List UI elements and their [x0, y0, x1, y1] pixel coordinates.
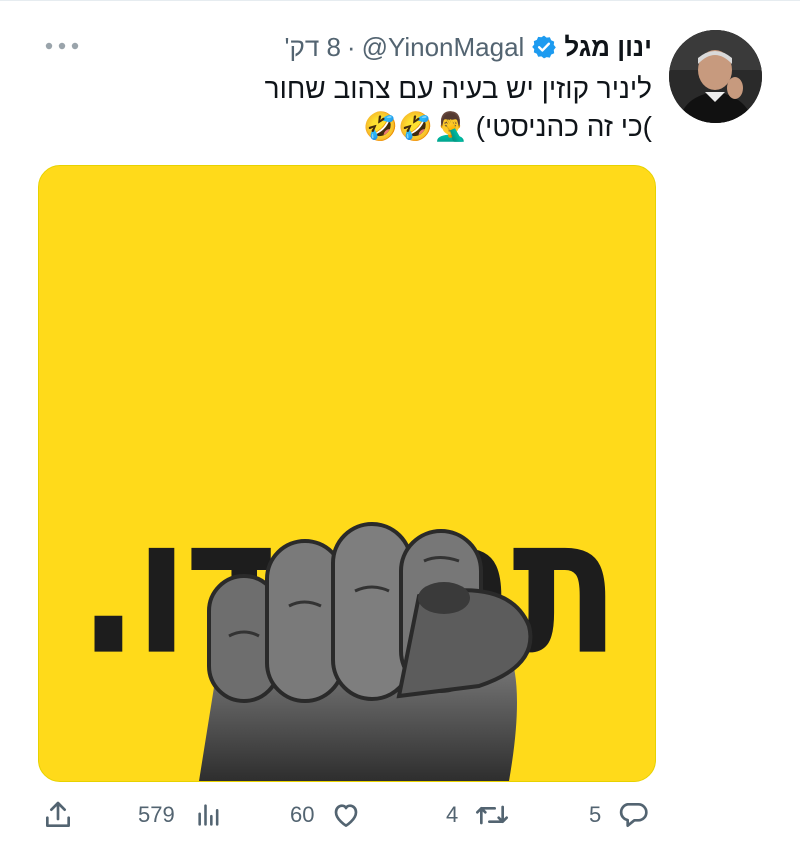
separator-dot: · — [346, 31, 356, 62]
reply-icon — [617, 799, 649, 831]
views-icon — [195, 801, 223, 829]
tweet-text-line-2: )כי זה כהניסטי) 🤦‍♂️🤣🤣 — [363, 111, 652, 142]
retweet-icon — [474, 799, 510, 831]
tweet-text: ליניר קוזין יש בעיה עם צהוב שחור )כי זה … — [52, 70, 652, 146]
views-count: 579 — [138, 802, 175, 827]
views-button[interactable]: 579 — [138, 790, 223, 840]
more-icon[interactable] — [42, 36, 82, 56]
like-button[interactable]: 60 — [290, 790, 362, 840]
reply-button[interactable]: 5 — [589, 790, 649, 840]
likes-count: 60 — [290, 802, 315, 827]
retweet-button[interactable]: 4 — [446, 790, 510, 840]
verified-badge-icon — [531, 34, 557, 60]
tweet-text-line-1: ליניר קוזין יש בעיה עם צהוב שחור — [264, 73, 652, 104]
avatar[interactable] — [669, 30, 762, 123]
top-divider — [0, 0, 800, 1]
like-icon — [330, 799, 362, 831]
tweet-actions: 579 60 4 5 — [0, 790, 800, 840]
author-name[interactable]: ינון מגל — [564, 32, 652, 63]
share-icon — [42, 799, 74, 831]
raised-fist-illustration — [199, 522, 533, 781]
share-button[interactable] — [42, 790, 74, 840]
timestamp[interactable]: 8 דק' — [285, 32, 341, 63]
author-handle[interactable]: @YinonMagal — [362, 32, 525, 63]
retweets-count: 4 — [446, 802, 459, 827]
tweet-media-image[interactable]: תתנגדו. — [38, 165, 656, 782]
replies-count: 5 — [589, 802, 602, 827]
tweet-header: ינון מגל @YinonMagal · 8 דק' — [285, 30, 652, 64]
